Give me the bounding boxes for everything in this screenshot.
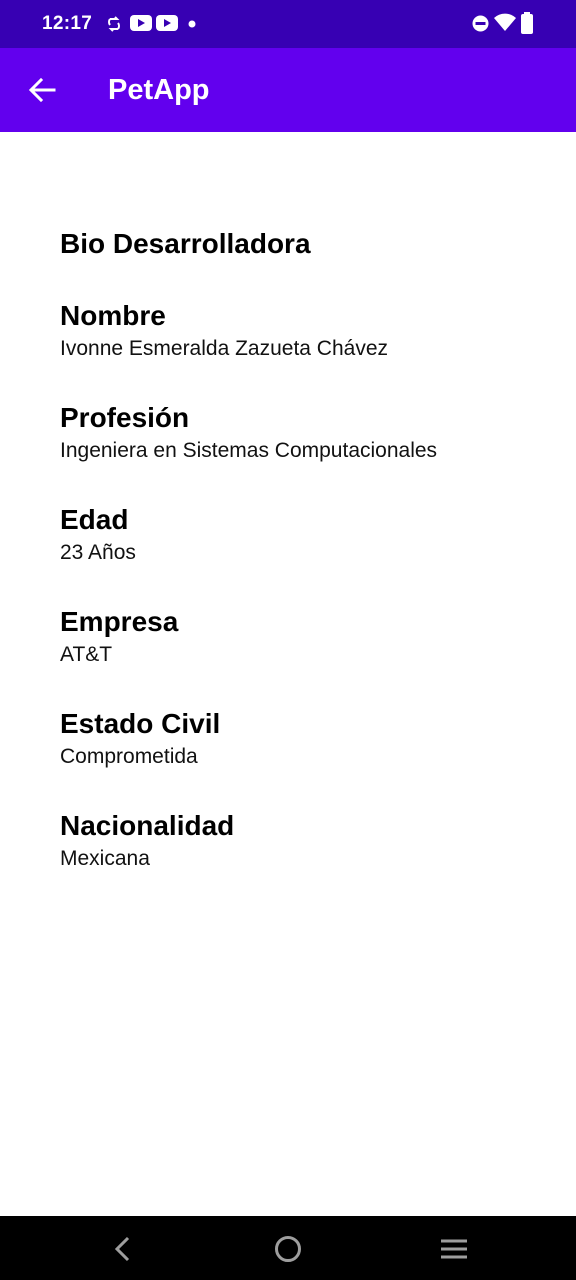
sync-icon	[108, 16, 120, 32]
field-label: Empresa	[60, 606, 179, 637]
status-bar: 12:17	[0, 0, 576, 48]
bio-heading: Bio Desarrolladora	[60, 228, 311, 259]
youtube-icon	[156, 15, 178, 31]
youtube-icon	[130, 15, 152, 31]
recents-nav-icon[interactable]	[439, 1234, 469, 1264]
field-empresa: Empresa AT&T	[60, 604, 540, 670]
bio-content: Bio Desarrolladora Nombre Ivonne Esmeral…	[60, 226, 540, 874]
field-value: Comprometida	[60, 745, 198, 768]
back-nav-icon[interactable]	[108, 1234, 138, 1264]
field-value: Ingeniera en Sistemas Computacionales	[60, 439, 438, 462]
do-not-disturb-icon	[472, 15, 489, 32]
field-value: Ivonne Esmeralda Zazueta Chávez	[60, 337, 389, 360]
field-nacionalidad: Nacionalidad Mexicana	[60, 808, 540, 874]
status-time: 12:17	[42, 13, 93, 34]
field-label: Nombre	[60, 300, 166, 331]
field-label: Edad	[60, 504, 129, 535]
field-profesion: Profesión Ingeniera en Sistemas Computac…	[60, 400, 540, 466]
field-label: Nacionalidad	[60, 810, 235, 841]
home-nav-icon[interactable]	[273, 1234, 303, 1264]
field-value: Mexicana	[60, 847, 150, 870]
field-estado-civil: Estado Civil Comprometida	[60, 706, 540, 772]
arrow-back-icon[interactable]	[28, 76, 56, 104]
field-label: Estado Civil	[60, 708, 221, 739]
app-title: PetApp	[108, 74, 210, 106]
field-nombre: Nombre Ivonne Esmeralda Zazueta Chávez	[60, 298, 540, 364]
field-value: AT&T	[60, 643, 113, 666]
battery-icon	[521, 12, 533, 34]
app-bar: PetApp	[0, 48, 576, 132]
field-value: 23 Años	[60, 541, 136, 564]
field-edad: Edad 23 Años	[60, 502, 540, 568]
field-label: Profesión	[60, 402, 190, 433]
navigation-bar	[0, 1216, 576, 1280]
wifi-icon	[494, 13, 516, 31]
dot-icon	[188, 20, 196, 28]
